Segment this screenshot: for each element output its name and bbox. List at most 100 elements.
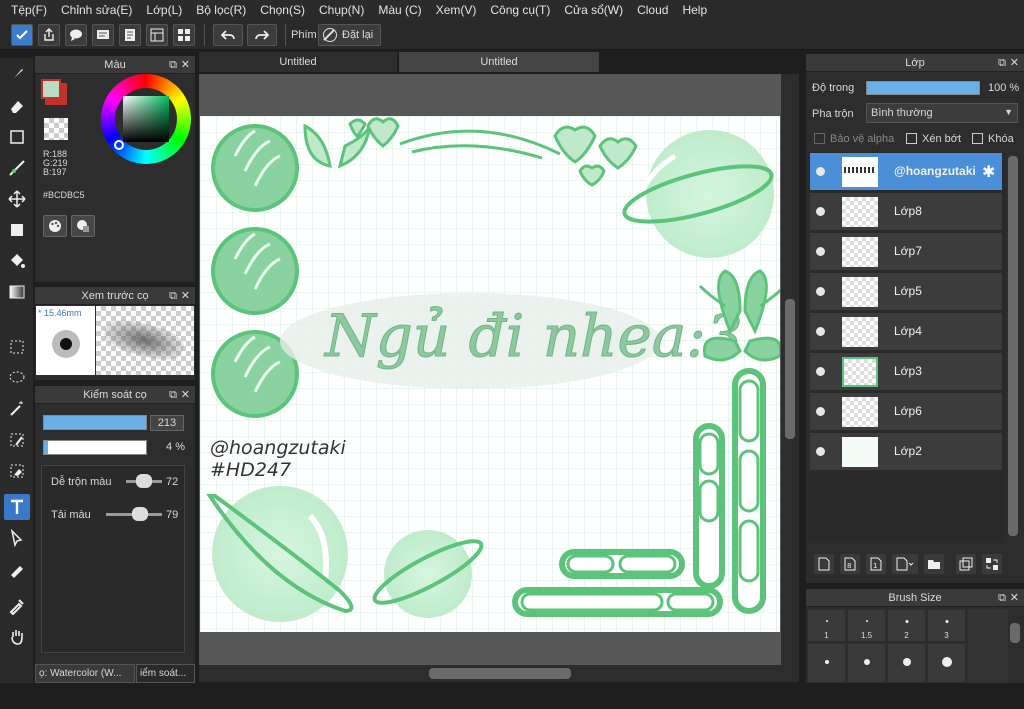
menu-layer[interactable]: Lớp(L) xyxy=(139,3,189,17)
panel-layout-icon[interactable] xyxy=(146,24,168,46)
layer-row[interactable]: Lớp7 xyxy=(810,233,1002,271)
new-layer-1bit-icon[interactable]: 1 xyxy=(866,554,886,574)
brush-size-preset[interactable] xyxy=(887,643,926,683)
protect-alpha-checkbox[interactable] xyxy=(814,133,825,144)
brush-size-preset[interactable] xyxy=(927,643,966,683)
grid-icon[interactable] xyxy=(173,24,195,46)
close-icon[interactable]: ✕ xyxy=(181,287,190,305)
select-eraser-tool-icon[interactable] xyxy=(4,458,30,484)
vertical-scroll-thumb[interactable] xyxy=(785,299,795,439)
menu-color[interactable]: Màu (C) xyxy=(371,3,428,17)
horizontal-scroll-thumb[interactable] xyxy=(429,668,571,679)
bucket-tool-icon[interactable] xyxy=(4,248,30,274)
menu-capture[interactable]: Chụp(N) xyxy=(312,3,371,17)
brush-size-preset[interactable]: 3 xyxy=(927,609,966,642)
layer-row[interactable]: Lớp3 xyxy=(810,353,1002,391)
close-icon[interactable]: ✕ xyxy=(1010,589,1019,607)
artwork-canvas[interactable]: Ngủ đi nhea:3 @hoangzutaki #HD247 xyxy=(200,116,780,632)
visibility-icon[interactable] xyxy=(816,447,825,456)
popout-icon[interactable]: ⧉ xyxy=(169,287,177,305)
brush-size-preset[interactable]: 2 xyxy=(887,609,926,642)
layer-blend-select[interactable]: Bình thường ▼ xyxy=(866,103,1018,123)
brush-tool-icon[interactable] xyxy=(4,62,30,88)
brush-size-preset[interactable]: 1 xyxy=(807,609,846,642)
layer-row[interactable]: Lớp5 xyxy=(810,273,1002,311)
check-icon[interactable] xyxy=(11,24,33,46)
layer-row[interactable]: Lớp6 xyxy=(810,393,1002,431)
move-tool-icon[interactable] xyxy=(4,186,30,212)
folder-icon[interactable] xyxy=(924,554,944,574)
layer-row[interactable]: Lớp8 xyxy=(810,193,1002,231)
visibility-icon[interactable] xyxy=(816,207,825,216)
lasso-tool-icon[interactable] xyxy=(4,365,30,391)
rectangle-tool-icon[interactable] xyxy=(4,124,30,150)
eraser-tool-icon[interactable] xyxy=(4,93,30,119)
brush-size-slider[interactable] xyxy=(43,415,147,430)
reload-slider-thumb[interactable] xyxy=(132,507,148,521)
vertical-scrollbar[interactable] xyxy=(781,74,799,682)
close-icon[interactable]: ✕ xyxy=(1010,54,1019,72)
clip-checkbox[interactable] xyxy=(906,133,917,144)
menu-view[interactable]: Xem(V) xyxy=(429,3,484,17)
reset-button[interactable]: Đặt lại xyxy=(318,24,381,46)
eyedropper-tool-icon[interactable] xyxy=(4,593,30,619)
visibility-icon[interactable] xyxy=(816,367,825,376)
gradient-tool-icon[interactable] xyxy=(4,279,30,305)
add-halftone-layer-icon[interactable] xyxy=(892,554,918,574)
chat-icon[interactable] xyxy=(65,24,87,46)
lock-checkbox[interactable] xyxy=(972,133,983,144)
menu-tools[interactable]: Công cụ(T) xyxy=(483,3,557,17)
brush-size-preset[interactable]: 1.5 xyxy=(847,609,886,642)
popout-icon[interactable]: ⧉ xyxy=(169,386,177,404)
palette-icon[interactable] xyxy=(43,215,67,237)
visibility-icon[interactable] xyxy=(816,287,825,296)
menu-file[interactable]: Tệp(F) xyxy=(4,3,54,17)
line-tool-icon[interactable] xyxy=(4,155,30,181)
transparent-swatch[interactable] xyxy=(44,118,68,140)
brush-size-preset[interactable] xyxy=(847,643,886,683)
color-wheel[interactable] xyxy=(101,74,191,164)
new-layer-8bit-icon[interactable]: 8 xyxy=(840,554,860,574)
brush-tab[interactable]: ọ: Watercolor (W... xyxy=(35,664,135,683)
merge-layer-icon[interactable] xyxy=(982,554,1002,574)
layer-row[interactable]: Lớp2 xyxy=(810,433,1002,471)
magic-wand-tool-icon[interactable] xyxy=(4,396,30,422)
visibility-icon[interactable] xyxy=(816,327,825,336)
close-icon[interactable]: ✕ xyxy=(181,56,190,74)
message-icon[interactable] xyxy=(92,24,114,46)
fill-rect-tool-icon[interactable] xyxy=(4,217,30,243)
hue-marker[interactable] xyxy=(114,140,124,150)
document-icon[interactable] xyxy=(119,24,141,46)
text-tool-icon[interactable] xyxy=(4,494,30,520)
share-icon[interactable] xyxy=(38,24,60,46)
layer-row[interactable]: Lớp4 xyxy=(810,313,1002,351)
brush-size-value[interactable]: 213 xyxy=(150,415,184,431)
tab-untitled-2[interactable]: Untitled xyxy=(399,52,599,72)
close-icon[interactable]: ✕ xyxy=(181,386,190,404)
popout-icon[interactable]: ⧉ xyxy=(998,589,1006,607)
hand-tool-icon[interactable] xyxy=(4,624,30,650)
gear-icon[interactable]: ✱ xyxy=(982,162,995,182)
layer-row[interactable]: @hoangzutaki ✱ xyxy=(810,153,1002,191)
horizontal-scrollbar[interactable] xyxy=(199,665,781,682)
menu-edit[interactable]: Chỉnh sửa(E) xyxy=(54,3,139,17)
operation-tool-icon[interactable] xyxy=(4,525,30,551)
duplicate-layer-icon[interactable] xyxy=(956,554,976,574)
layer-opacity-slider[interactable] xyxy=(866,81,980,95)
brush-opacity-slider[interactable] xyxy=(43,440,147,455)
menu-help[interactable]: Help xyxy=(675,3,714,17)
brush-control-tab[interactable]: iểm soát... xyxy=(136,664,195,683)
menu-filter[interactable]: Bộ lọc(R) xyxy=(189,3,253,17)
foreground-color-swatch[interactable] xyxy=(41,79,61,99)
tab-untitled-1[interactable]: Untitled xyxy=(199,52,397,72)
rect-select-tool-icon[interactable] xyxy=(4,334,30,360)
saturation-square[interactable] xyxy=(123,96,169,142)
brush-size-scrollbar[interactable] xyxy=(1008,609,1022,683)
eyedropper-pen-icon[interactable] xyxy=(4,556,30,582)
menu-window[interactable]: Cửa sổ(W) xyxy=(557,3,630,17)
color-picker-icon[interactable] xyxy=(71,215,95,237)
undo-icon[interactable] xyxy=(213,24,243,46)
new-layer-icon[interactable] xyxy=(814,554,834,574)
menu-select[interactable]: Chọn(S) xyxy=(253,3,312,17)
visibility-icon[interactable] xyxy=(816,407,825,416)
